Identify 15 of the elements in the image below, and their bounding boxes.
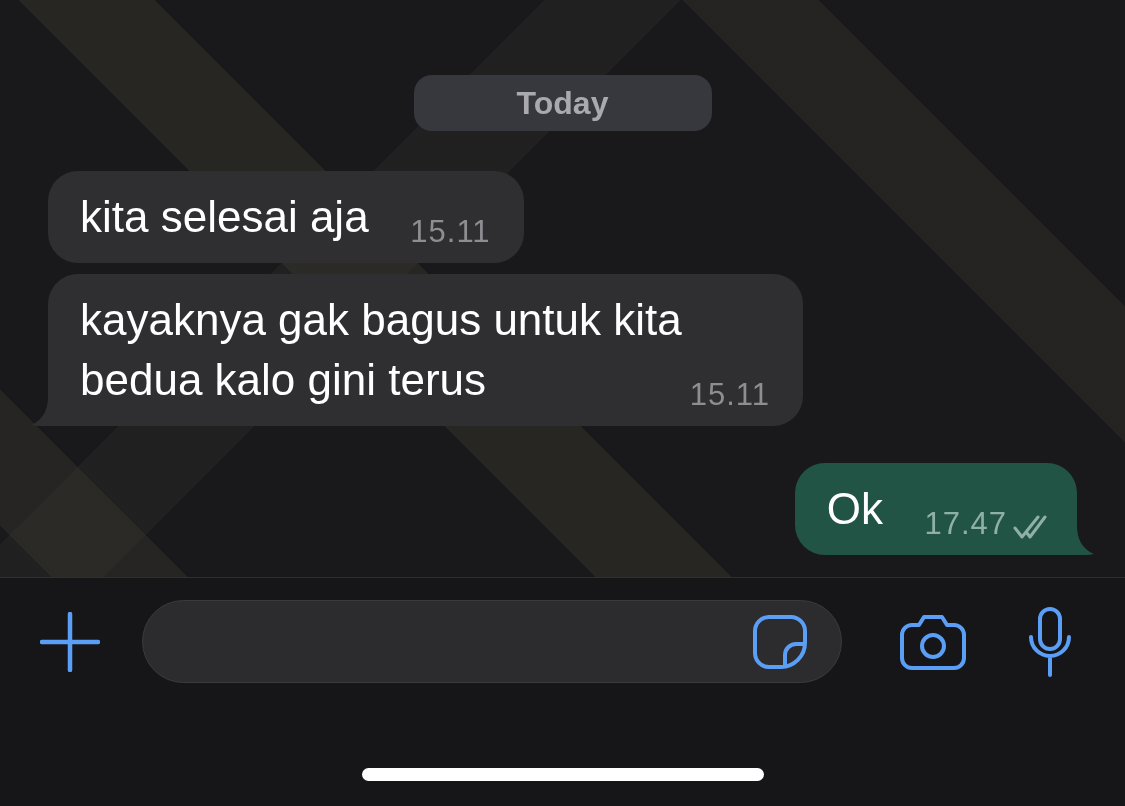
message-time: 17.47 [924,509,1007,539]
microphone-icon [1028,606,1072,677]
camera-icon [900,613,966,670]
camera-button[interactable] [900,613,966,670]
plus-icon [40,611,100,672]
microphone-button[interactable] [1028,606,1072,677]
message-text: kayaknya gak bagus untuk kita bedua kalo gini terus [80,295,682,404]
add-button[interactable] [40,611,100,672]
sticker-icon [752,613,808,670]
message-time: 15.11 [689,380,770,410]
message-text: Ok [826,484,883,533]
date-pill: Today [413,75,712,131]
message-text: kita selesai aja [80,192,369,241]
message-time: 15.11 [410,217,491,247]
sticker-button[interactable] [752,613,808,670]
